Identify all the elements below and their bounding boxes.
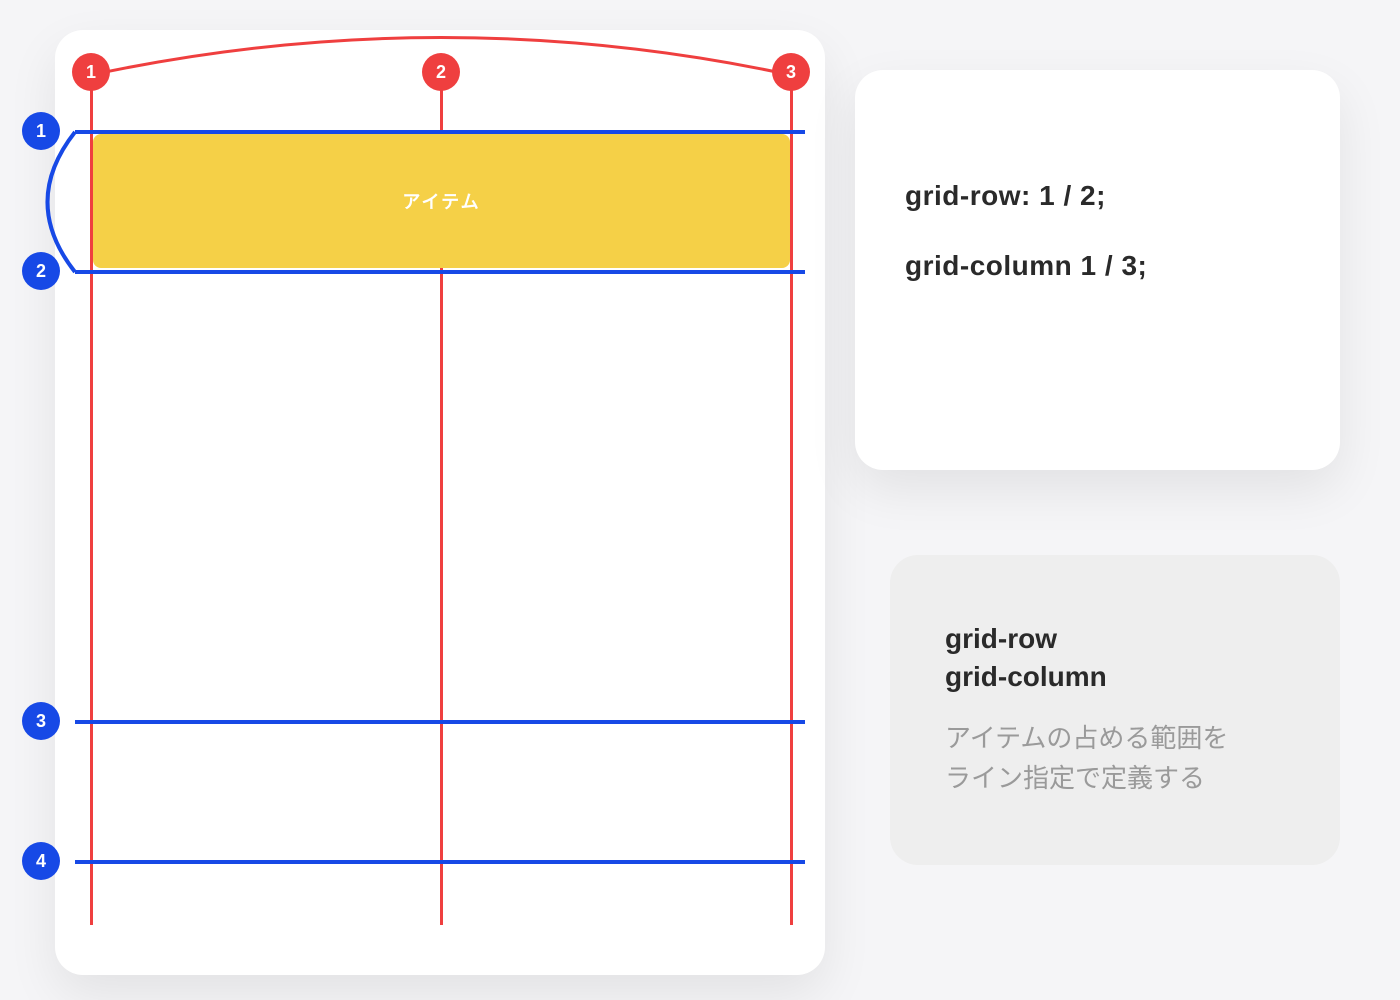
marker-label: 3 bbox=[36, 711, 46, 732]
column-marker-2: 2 bbox=[422, 53, 460, 91]
column-line-3 bbox=[790, 72, 793, 925]
row-marker-1: 1 bbox=[22, 112, 60, 150]
row-marker-3: 3 bbox=[22, 702, 60, 740]
row-line-4 bbox=[75, 860, 805, 864]
info-card: grid-row grid-column アイテムの占める範囲を ライン指定で定… bbox=[890, 555, 1340, 865]
code-line-grid-row: grid-row: 1 / 2; bbox=[905, 180, 1290, 212]
info-title-line: grid-row bbox=[945, 623, 1057, 654]
marker-label: 1 bbox=[36, 121, 46, 142]
info-title: grid-row grid-column bbox=[945, 620, 1295, 696]
grid-item-label: アイテム bbox=[402, 188, 480, 214]
marker-label: 2 bbox=[436, 62, 446, 83]
info-title-line: grid-column bbox=[945, 661, 1107, 692]
marker-label: 2 bbox=[36, 261, 46, 282]
row-line-2 bbox=[75, 270, 805, 274]
css-code-card: grid-row: 1 / 2; grid-column 1 / 3; bbox=[855, 70, 1340, 470]
marker-label: 1 bbox=[86, 62, 96, 83]
info-desc-line: ライン指定で定義する bbox=[945, 763, 1205, 793]
row-marker-4: 4 bbox=[22, 842, 60, 880]
code-line-grid-column: grid-column 1 / 3; bbox=[905, 250, 1290, 282]
info-description: アイテムの占める範囲を ライン指定で定義する bbox=[945, 718, 1295, 799]
grid-stage: アイテム 1 2 3 1 2 3 4 bbox=[55, 30, 825, 975]
grid-diagram-card: アイテム 1 2 3 1 2 3 4 bbox=[55, 30, 825, 975]
row-marker-2: 2 bbox=[22, 252, 60, 290]
marker-label: 3 bbox=[786, 62, 796, 83]
column-marker-1: 1 bbox=[72, 53, 110, 91]
row-line-3 bbox=[75, 720, 805, 724]
marker-label: 4 bbox=[36, 851, 46, 872]
grid-item: アイテム bbox=[93, 134, 790, 268]
info-desc-line: アイテムの占める範囲を bbox=[945, 723, 1228, 753]
column-marker-3: 3 bbox=[772, 53, 810, 91]
